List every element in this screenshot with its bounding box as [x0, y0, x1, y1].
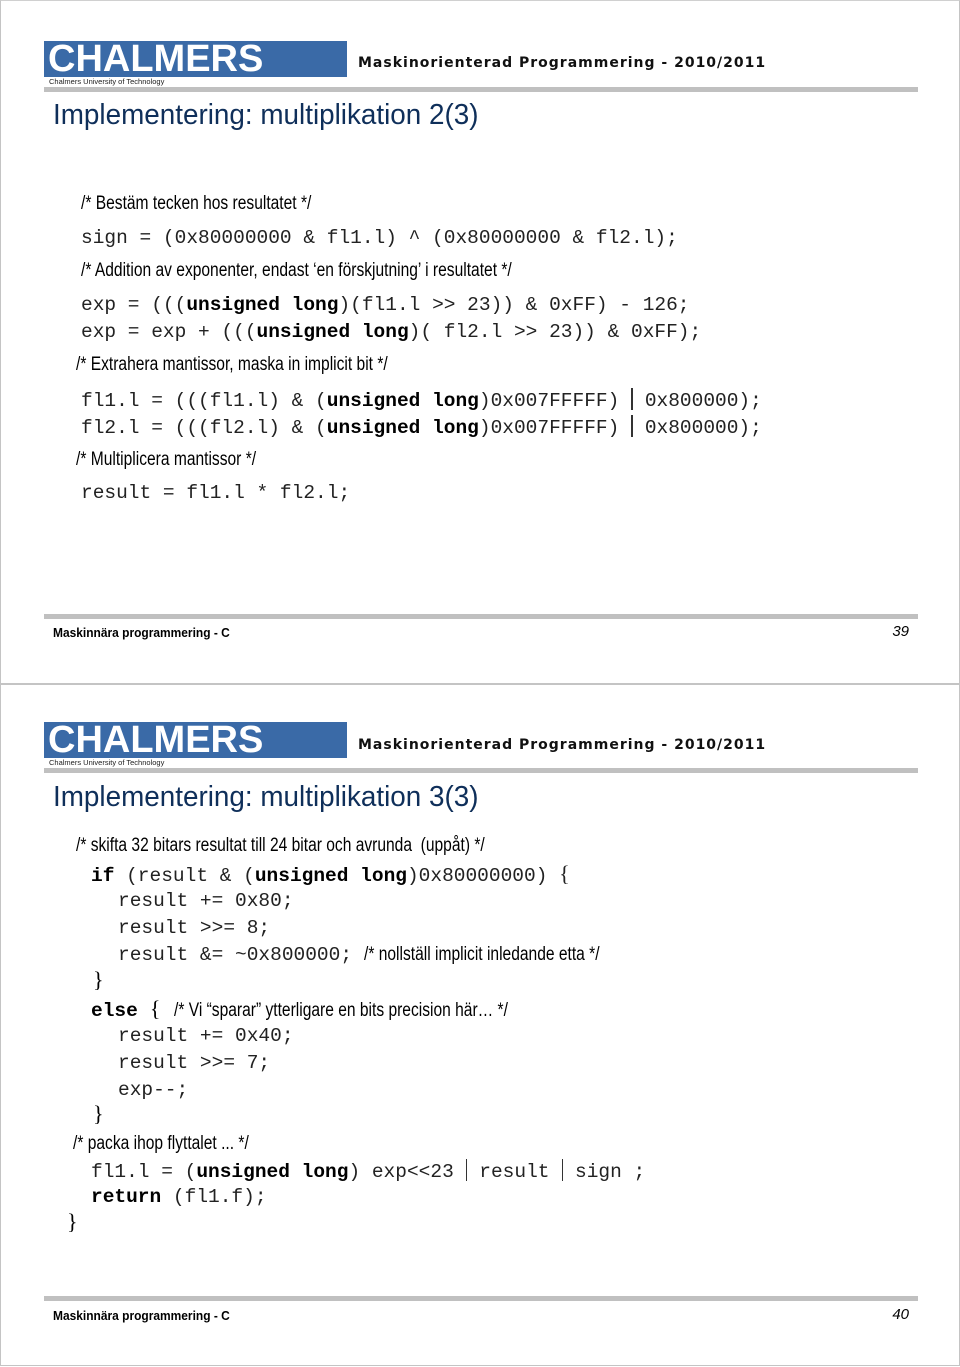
code-line: result &= ~0x800000; /* nollställ implic… [118, 944, 600, 966]
logo-text: CHALMERS [48, 38, 264, 80]
slide-title: Implementering: multiplikation 3(3) [53, 781, 479, 813]
code-line: fl1.l = (unsigned long) exp<<23 result sig… [91, 1159, 646, 1183]
footer-text: Maskinnära programmering - C [53, 625, 230, 640]
closing-brace: } [93, 967, 104, 992]
logo-subtitle: Chalmers University of Technology [49, 758, 165, 767]
code-line: result >>= 8; [118, 917, 271, 939]
bitwise-or-bar [465, 1159, 468, 1181]
comment-line: /* packa ihop flyttalet ... */ [73, 1133, 249, 1154]
function-closing-brace: } [67, 1209, 78, 1234]
closing-brace: } [93, 1101, 104, 1126]
code-line: exp = exp + (((unsigned long)( fl2.l >> … [81, 321, 702, 343]
code-line: sign = (0x80000000 & fl1.l) ^ (0x8000000… [81, 227, 678, 249]
footer-text: Maskinnära programmering - C [53, 1308, 230, 1323]
chalmers-logo: CHALMERS [44, 719, 347, 761]
code-line: else{/* Vi “sparar” ytterligare en bits … [91, 996, 509, 1023]
slide-page-40: CHALMERS Chalmers University of Technolo… [0, 684, 960, 1366]
code-line: result >>= 7; [118, 1052, 271, 1074]
code-line: result += 0x80; [118, 890, 294, 912]
code-line: fl2.l = (((fl2.l) & (unsigned long)0x007… [81, 415, 762, 439]
logo-subtitle: Chalmers University of Technology [49, 77, 165, 86]
chalmers-logo: CHALMERS [44, 38, 347, 80]
code-line: result = fl1.l * fl2.l; [81, 482, 351, 504]
footer-divider [44, 1296, 918, 1301]
comment-line: /* Extrahera mantissor, maska in implici… [76, 354, 388, 375]
logo-text: CHALMERS [48, 719, 264, 761]
code-line: result += 0x40; [118, 1025, 294, 1047]
page-number: 40 [892, 1306, 909, 1323]
bitwise-or-bar [561, 1159, 563, 1181]
page-number: 39 [892, 623, 909, 640]
comment-line: /* Addition av exponenter, endast ‘en fö… [81, 260, 512, 281]
comment-line: /* Multiplicera mantissor */ [76, 449, 257, 470]
comment-line: /* skifta 32 bitars resultat till 24 bit… [76, 835, 485, 856]
footer-divider [44, 614, 918, 619]
bitwise-or-bar [631, 388, 633, 410]
code-line: if (result & (unsigned long)0x80000000) … [91, 861, 570, 888]
code-line: return (fl1.f); [91, 1186, 267, 1208]
code-line: exp--; [118, 1079, 189, 1101]
slide-title: Implementering: multiplikation 2(3) [53, 99, 479, 131]
bitwise-or-bar [631, 415, 633, 437]
course-title: Maskinorienterad Programmering - 2010/20… [358, 55, 767, 71]
code-line: fl1.l = (((fl1.l) & (unsigned long)0x007… [81, 388, 762, 412]
slide-page-39: CHALMERS Chalmers University of Technolo… [0, 0, 960, 684]
comment-line: /* Bestäm tecken hos resultatet */ [81, 193, 312, 214]
code-line: exp = (((unsigned long)(fl1.l >> 23)) & … [81, 294, 690, 316]
header-divider [44, 87, 918, 92]
course-title: Maskinorienterad Programmering - 2010/20… [358, 737, 767, 753]
header-divider [44, 768, 918, 773]
